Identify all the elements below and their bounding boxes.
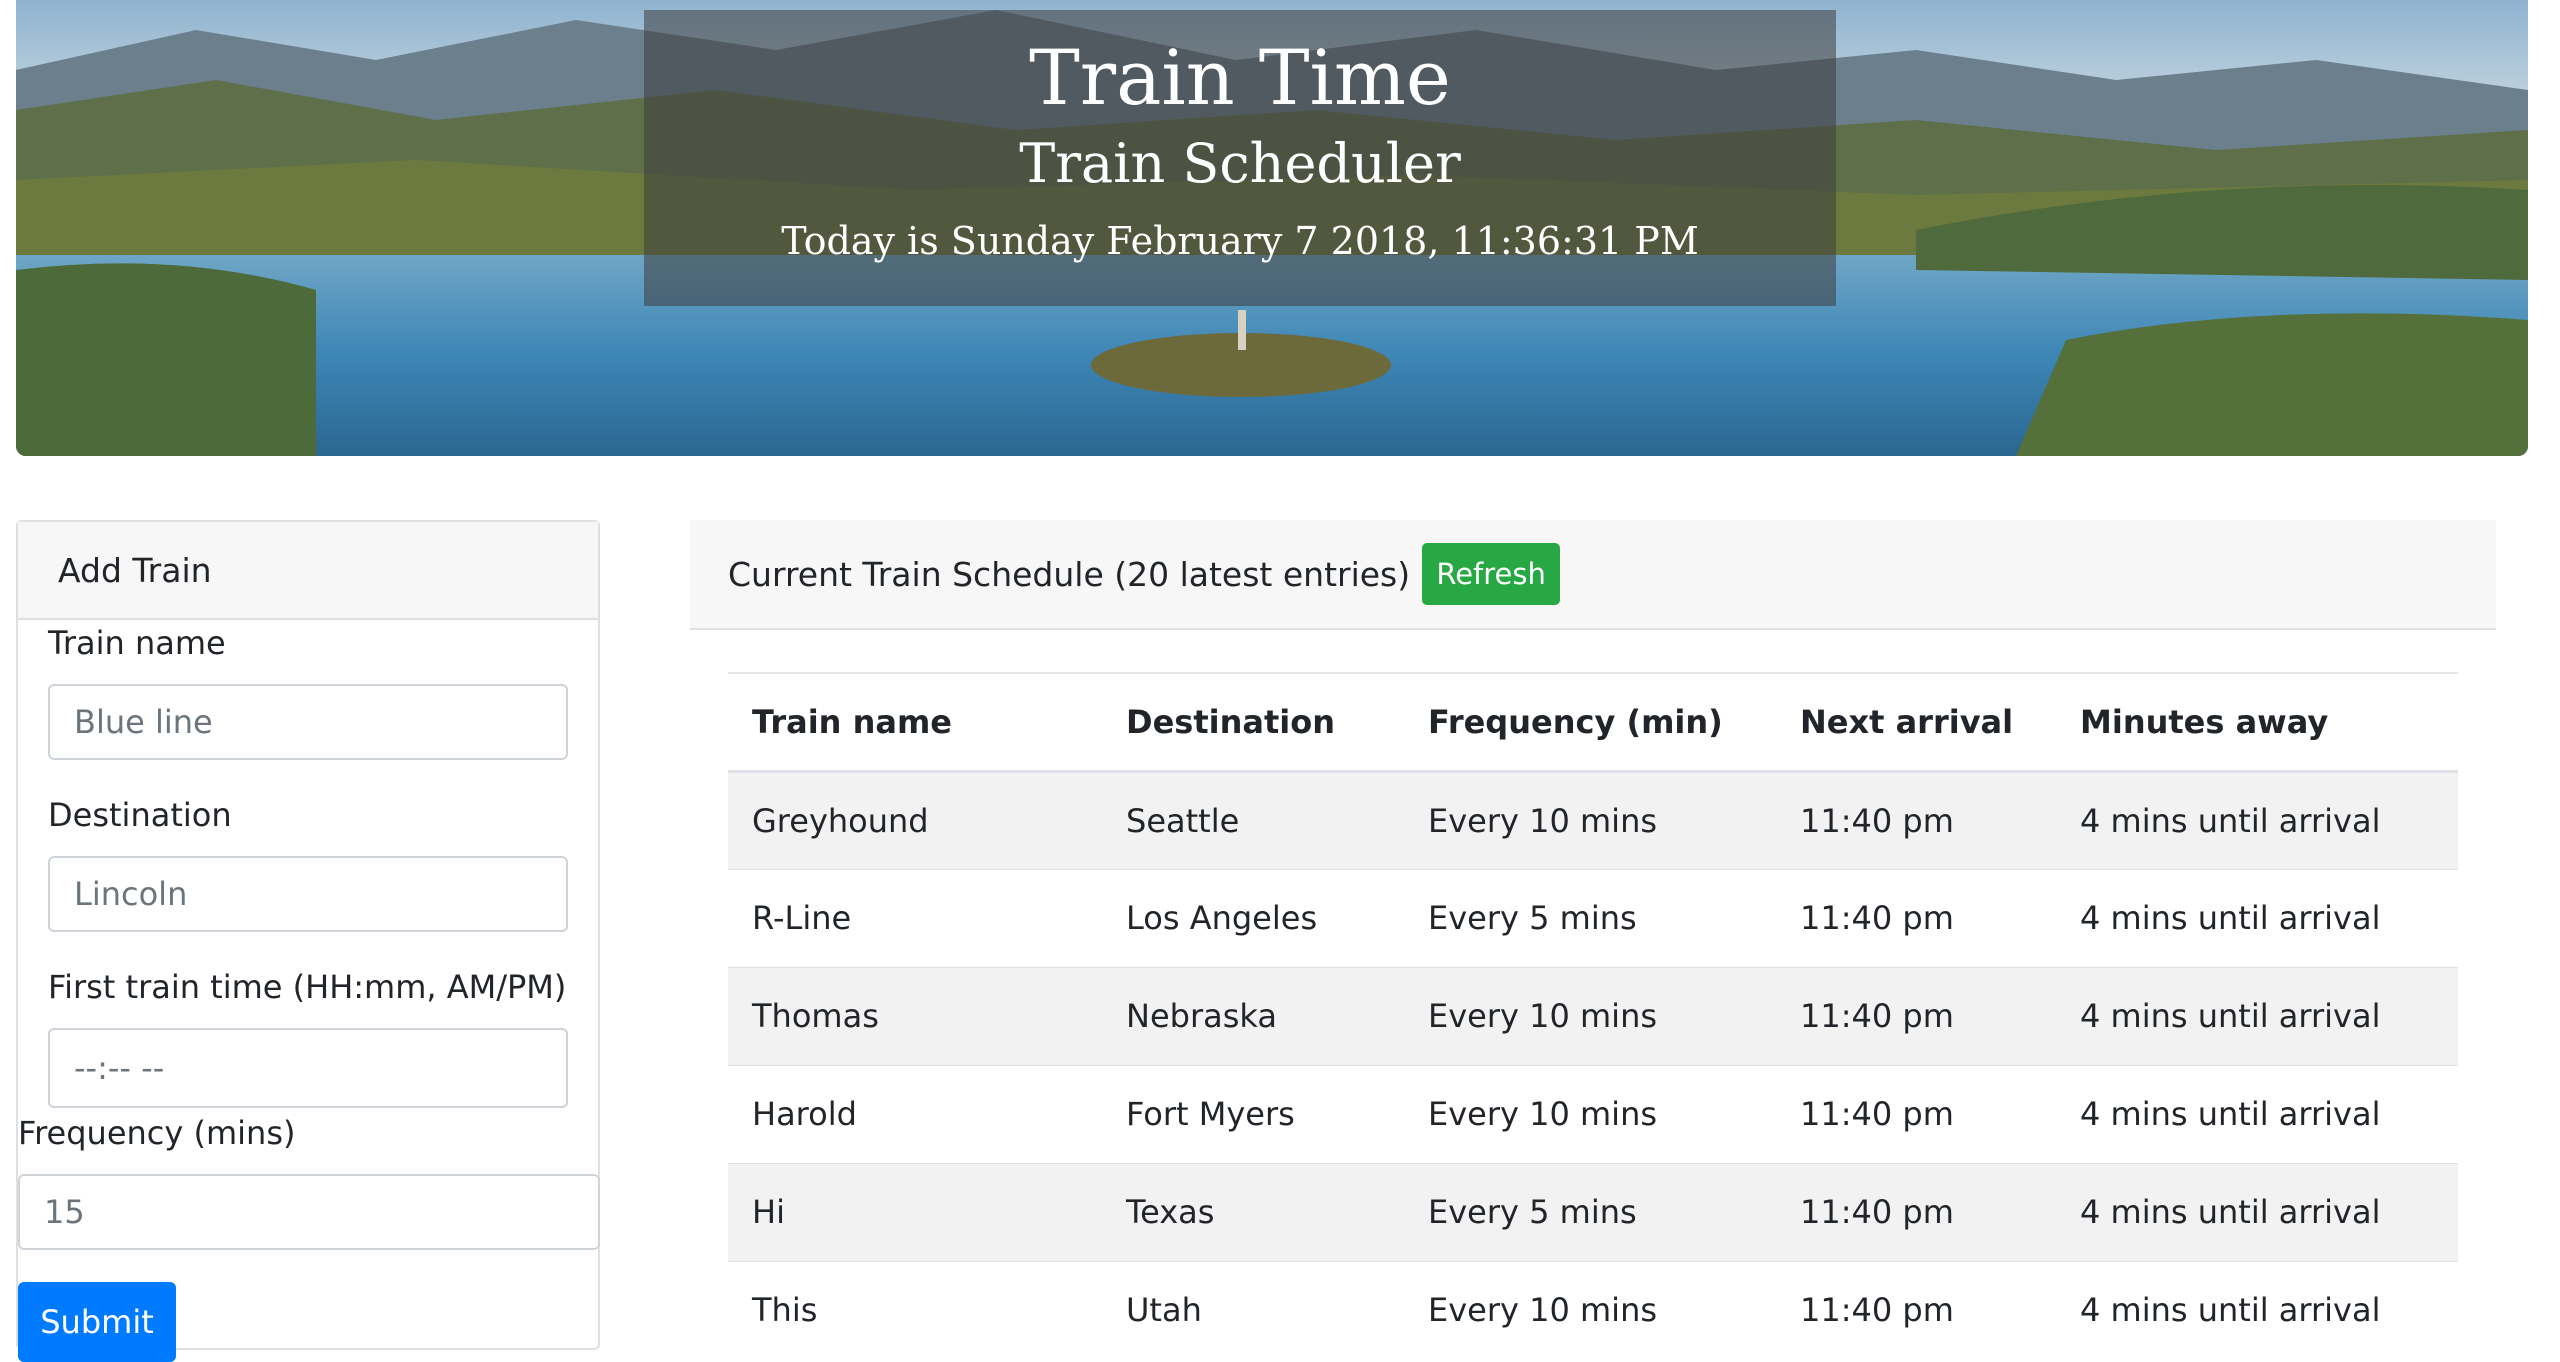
cell-minutes-away: 4 mins until arrival bbox=[2056, 1162, 2458, 1261]
refresh-button[interactable]: Refresh bbox=[1422, 543, 1561, 605]
cell-destination: Utah bbox=[1102, 1260, 1404, 1359]
schedule-header: Current Train Schedule (20 latest entrie… bbox=[690, 520, 2496, 630]
column-header-destination: Destination bbox=[1102, 673, 1404, 773]
cell-frequency: Every 10 mins bbox=[1404, 1064, 1776, 1163]
cell-train-name: Greyhound bbox=[728, 770, 1102, 869]
cell-minutes-away: 4 mins until arrival bbox=[2056, 1064, 2458, 1163]
cell-train-name: This bbox=[728, 1260, 1102, 1359]
schedule-card: Current Train Schedule (20 latest entrie… bbox=[690, 520, 2496, 1359]
cell-train-name: Harold bbox=[728, 1064, 1102, 1163]
cell-frequency: Every 5 mins bbox=[1404, 868, 1776, 967]
first-train-time-label: First train time (HH:mm, AM/PM) bbox=[48, 968, 567, 1006]
first-train-time-input[interactable]: --:-- -- bbox=[48, 1028, 568, 1108]
table-row: Greyhound Seattle Every 10 mins 11:40 pm… bbox=[728, 770, 2458, 869]
cell-next-arrival: 11:40 pm bbox=[1776, 1260, 2056, 1359]
cell-minutes-away: 4 mins until arrival bbox=[2056, 770, 2458, 869]
cell-destination: Texas bbox=[1102, 1162, 1404, 1261]
cell-next-arrival: 11:40 pm bbox=[1776, 770, 2056, 869]
add-train-header: Add Train bbox=[18, 522, 598, 620]
cell-train-name: R-Line bbox=[728, 868, 1102, 967]
cell-destination: Seattle bbox=[1102, 770, 1404, 869]
cell-frequency: Every 5 mins bbox=[1404, 1162, 1776, 1261]
schedule-table: Train name Destination Frequency (min) N… bbox=[728, 672, 2458, 1359]
cell-frequency: Every 10 mins bbox=[1404, 966, 1776, 1065]
table-row: Harold Fort Myers Every 10 mins 11:40 pm… bbox=[728, 1064, 2458, 1163]
page-subtitle: Train Scheduler bbox=[1019, 131, 1461, 195]
table-row: This Utah Every 10 mins 11:40 pm 4 mins … bbox=[728, 1260, 2458, 1359]
hero-overlay: Train Time Train Scheduler Today is Sund… bbox=[644, 10, 1836, 306]
schedule-title: Current Train Schedule (20 latest entrie… bbox=[728, 554, 1411, 594]
destination-input[interactable]: Lincoln bbox=[48, 856, 568, 932]
cell-train-name: Thomas bbox=[728, 966, 1102, 1065]
column-header-train-name: Train name bbox=[728, 673, 1102, 773]
cell-destination: Fort Myers bbox=[1102, 1064, 1404, 1163]
submit-button[interactable]: Submit bbox=[18, 1282, 176, 1362]
cell-destination: Nebraska bbox=[1102, 966, 1404, 1065]
train-name-label: Train name bbox=[48, 624, 226, 662]
table-row: Thomas Nebraska Every 10 mins 11:40 pm 4… bbox=[728, 966, 2458, 1065]
cell-frequency: Every 10 mins bbox=[1404, 1260, 1776, 1359]
table-header-row: Train name Destination Frequency (min) N… bbox=[728, 673, 2458, 773]
table-row: R-Line Los Angeles Every 5 mins 11:40 pm… bbox=[728, 868, 2458, 967]
cell-next-arrival: 11:40 pm bbox=[1776, 1162, 2056, 1261]
cell-frequency: Every 10 mins bbox=[1404, 770, 1776, 869]
current-date: Today is Sunday February 7 2018, 11:36:3… bbox=[781, 218, 1699, 263]
table-row: Hi Texas Every 5 mins 11:40 pm 4 mins un… bbox=[728, 1162, 2458, 1261]
cell-minutes-away: 4 mins until arrival bbox=[2056, 868, 2458, 967]
hero-banner: Train Time Train Scheduler Today is Sund… bbox=[16, 0, 2528, 456]
cell-next-arrival: 11:40 pm bbox=[1776, 1064, 2056, 1163]
cell-minutes-away: 4 mins until arrival bbox=[2056, 966, 2458, 1065]
frequency-label: Frequency (mins) bbox=[18, 1114, 296, 1152]
frequency-input[interactable]: 15 bbox=[18, 1174, 600, 1250]
cell-train-name: Hi bbox=[728, 1162, 1102, 1261]
column-header-minutes-away: Minutes away bbox=[2056, 673, 2458, 773]
cell-next-arrival: 11:40 pm bbox=[1776, 966, 2056, 1065]
page-title: Train Time bbox=[1029, 33, 1451, 122]
cell-next-arrival: 11:40 pm bbox=[1776, 868, 2056, 967]
column-header-next-arrival: Next arrival bbox=[1776, 673, 2056, 773]
column-header-frequency: Frequency (min) bbox=[1404, 673, 1776, 773]
cell-destination: Los Angeles bbox=[1102, 868, 1404, 967]
destination-label: Destination bbox=[48, 796, 232, 834]
cell-minutes-away: 4 mins until arrival bbox=[2056, 1260, 2458, 1359]
add-train-card: Add Train Train name Blue line Destinati… bbox=[16, 520, 600, 1362]
train-name-input[interactable]: Blue line bbox=[48, 684, 568, 760]
